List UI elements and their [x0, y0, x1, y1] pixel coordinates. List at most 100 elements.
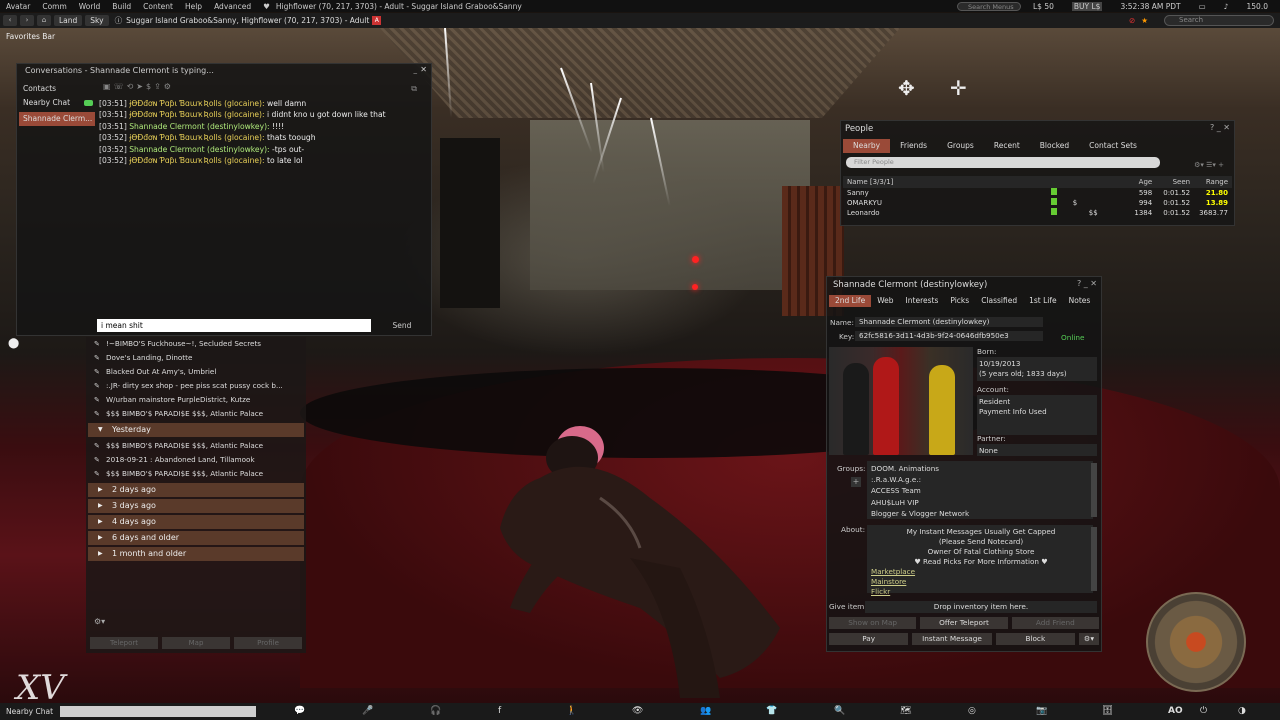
microphone-icon[interactable]: 🎤 [362, 706, 373, 716]
gear-icon[interactable]: ⚙▾ [1078, 633, 1099, 645]
add-friend-button[interactable]: Add Friend [1011, 617, 1099, 629]
people-title[interactable]: People [841, 121, 1234, 137]
history-item[interactable]: ✎ $$$ BIMBO'$ PARADI$E $$$, Atlantic Pala… [86, 439, 306, 453]
power-icon[interactable]: ⏻ [1200, 706, 1207, 716]
minimize-icon[interactable]: _ [414, 66, 418, 74]
sky-tab[interactable]: Sky [85, 15, 109, 26]
location-info-icon[interactable]: ⓘ [115, 15, 123, 26]
add-group-icon[interactable]: + [851, 477, 861, 487]
group-item[interactable]: :.R.a.W.A.g.e.: [871, 474, 969, 485]
history-item[interactable]: ✎ W/urban mainstore PurpleDistrict, Kutze [86, 393, 306, 407]
column-seen[interactable]: Seen [1152, 176, 1191, 188]
facebook-icon[interactable]: f [498, 706, 501, 716]
conversations-title[interactable]: Conversations - Shannade Clermont is typ… [17, 64, 431, 78]
drop-inventory-target[interactable]: Drop inventory item here. [865, 601, 1097, 613]
instant-message-button[interactable]: Instant Message [912, 633, 992, 645]
table-row[interactable]: OMARKYU $ 994 0:01.52 13.89 [843, 198, 1232, 208]
history-icon[interactable]: ⟲ [127, 82, 137, 91]
window-controls[interactable]: ? _ ✕ [1210, 123, 1230, 132]
history-item[interactable]: ✎ $$$ BIMBO'$ PARADI$E $$$, Atlantic Pala… [86, 407, 306, 421]
visibility-icon[interactable]: ◑ [1238, 706, 1246, 716]
column-age[interactable]: Age [1116, 176, 1153, 188]
inventory-icon[interactable]: 🗄 [1102, 706, 1113, 716]
list-options-icon[interactable]: ⚙▾ ☰▾ + [1194, 161, 1224, 169]
minimap-icon[interactable]: ◎ [968, 706, 976, 716]
favorites-bar[interactable]: Favorites Bar [6, 32, 55, 41]
forward-icon[interactable]: › [20, 15, 34, 26]
tab-contact-sets[interactable]: Contact Sets [1079, 139, 1147, 153]
search-icon[interactable]: 🔍 [834, 706, 845, 716]
tab-1st-life[interactable]: 1st Life [1023, 295, 1063, 307]
location-field[interactable]: Suggar Island Graboo&Sanny, Highflower (… [126, 16, 369, 25]
close-icon[interactable]: ✕ [420, 65, 427, 74]
walk-icon[interactable]: 🚶 [566, 706, 577, 716]
share-icon[interactable]: ⇪ [154, 82, 164, 91]
link-flickr[interactable]: Flickr [871, 587, 915, 597]
camera-controls[interactable]: ✥ ✛ [894, 62, 994, 110]
history-item[interactable]: ✎ !~BIMBO'S Fuckhouse~!, Secluded Secrets [86, 337, 306, 351]
group-item[interactable]: AHU$LuH VIP [871, 497, 969, 508]
group-item[interactable]: Blogger & Vlogger Network [871, 508, 969, 519]
minimap-compass[interactable] [1146, 592, 1246, 692]
column-range[interactable]: Range [1190, 176, 1232, 188]
table-row[interactable]: Leonardo $$ 1384 0:01.52 3683.77 [843, 208, 1232, 218]
people-icon[interactable]: 👥 [700, 706, 711, 716]
tab-recent[interactable]: Recent [984, 139, 1030, 153]
link-mainstore[interactable]: Mainstore [871, 577, 915, 587]
contacts-label[interactable]: Contacts [19, 80, 95, 94]
filter-people-input[interactable]: Filter People [846, 157, 1160, 168]
back-icon[interactable]: ‹ [3, 15, 17, 26]
tab-web[interactable]: Web [871, 295, 899, 307]
send-button[interactable]: Send [379, 319, 425, 332]
tab-2nd-life[interactable]: 2nd Life [829, 295, 872, 307]
volume-icon[interactable]: ♪ [1224, 2, 1229, 11]
nearby-chat-input[interactable] [60, 706, 256, 717]
tab-nearby[interactable]: Nearby [843, 139, 891, 153]
buy-currency-button[interactable]: BUY L$ [1071, 1, 1103, 11]
snapshot-icon[interactable]: 📷 [1036, 706, 1047, 716]
group-item[interactable]: DOOM. Animations [871, 463, 969, 474]
group-item[interactable]: ACCESS Team [871, 485, 969, 496]
tab-picks[interactable]: Picks [944, 295, 975, 307]
profile-button[interactable]: Profile [234, 637, 302, 649]
menu-avatar[interactable]: Avatar [6, 2, 30, 11]
block-button[interactable]: Block [995, 633, 1075, 645]
history-group[interactable]: ▶ 3 days ago [88, 499, 304, 513]
menu-build[interactable]: Build [112, 2, 131, 11]
conversation-nearby-chat[interactable]: Nearby Chat [19, 96, 95, 110]
camera-pan-icon[interactable]: ✛ [950, 76, 967, 100]
pay-icon[interactable]: $ [146, 82, 154, 91]
web-search-input[interactable]: Search [1164, 15, 1274, 26]
history-item[interactable]: ✎ 2018-09-21 : Abandoned Land, Tillamook [86, 453, 306, 467]
menu-help[interactable]: Help [185, 2, 202, 11]
media-icon[interactable]: ▭ [1199, 2, 1206, 11]
call-icon[interactable]: ☏ [114, 82, 127, 91]
profile-icon[interactable]: ▣ [103, 82, 114, 91]
history-group-yesterday[interactable]: ▼ Yesterday [88, 423, 304, 437]
expand-icon[interactable]: ⧉ [411, 84, 417, 94]
window-controls[interactable]: ? _ ✕ [1077, 279, 1097, 288]
menu-content[interactable]: Content [143, 2, 173, 11]
tab-friends[interactable]: Friends [890, 139, 937, 153]
name-field[interactable]: Shannade Clermont (destinylowkey) [855, 317, 1043, 327]
im-input[interactable]: i mean shit [97, 319, 371, 332]
teleport-icon[interactable]: ➤ [136, 82, 146, 91]
headset-icon[interactable]: 🎧 [430, 706, 441, 716]
avatar-figure[interactable] [480, 408, 810, 704]
map-button[interactable]: Map [162, 637, 230, 649]
land-tab[interactable]: Land [54, 15, 83, 26]
map-icon[interactable]: 🗺 [900, 706, 911, 716]
teleport-button[interactable]: Teleport [90, 637, 158, 649]
history-group[interactable]: ▶ 6 days and older [88, 531, 304, 545]
home-icon[interactable]: ⌂ [37, 15, 51, 26]
history-group[interactable]: ▶ 2 days ago [88, 483, 304, 497]
table-row[interactable]: Sanny 598 0:01.52 21.80 [843, 188, 1232, 198]
offer-teleport-button[interactable]: Offer Teleport [920, 617, 1008, 629]
eye-icon[interactable]: 👁 [632, 706, 643, 716]
groups-scrollbar[interactable] [1091, 463, 1097, 517]
show-on-map-button[interactable]: Show on Map [829, 617, 917, 629]
gear-icon[interactable]: ⚙▾ [94, 617, 105, 626]
camera-pan-icon[interactable]: ✥ [898, 76, 915, 100]
history-item[interactable]: ✎ $$$ BIMBO'$ PARADI$E $$$, Atlantic Pala… [86, 467, 306, 481]
history-group[interactable]: ▶ 1 month and older [88, 547, 304, 561]
